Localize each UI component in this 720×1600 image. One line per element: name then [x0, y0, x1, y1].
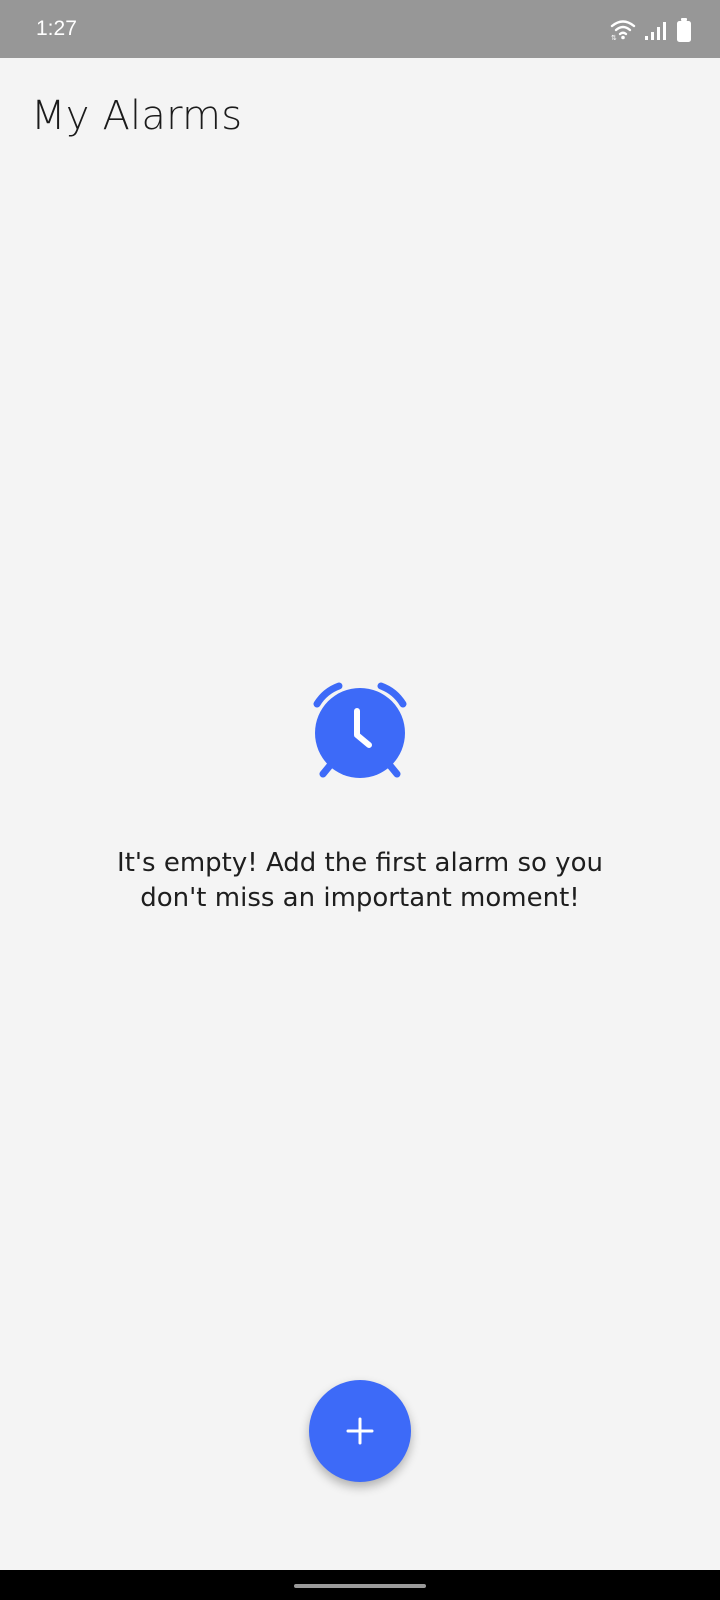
status-time: 1:27 [36, 17, 77, 40]
status-bar: 1:27 ⇅ [0, 0, 720, 58]
signal-icon [644, 19, 668, 41]
status-icons: ⇅ [610, 15, 692, 45]
empty-state: It's empty! Add the first alarm so you d… [0, 678, 720, 916]
empty-state-message: It's empty! Add the first alarm so you d… [117, 848, 603, 913]
alarm-clock-icon [313, 682, 407, 778]
plus-icon [346, 1417, 374, 1445]
svg-text:⇅: ⇅ [611, 34, 617, 41]
navigation-bar [0, 1570, 720, 1600]
home-gesture-handle[interactable] [294, 1584, 426, 1588]
add-alarm-button[interactable] [309, 1380, 411, 1482]
battery-icon [676, 17, 692, 43]
app-content: My Alarms It's empty! Add the first alar… [0, 58, 720, 1570]
wifi-icon: ⇅ [610, 19, 636, 41]
page-title: My Alarms [31, 93, 243, 139]
